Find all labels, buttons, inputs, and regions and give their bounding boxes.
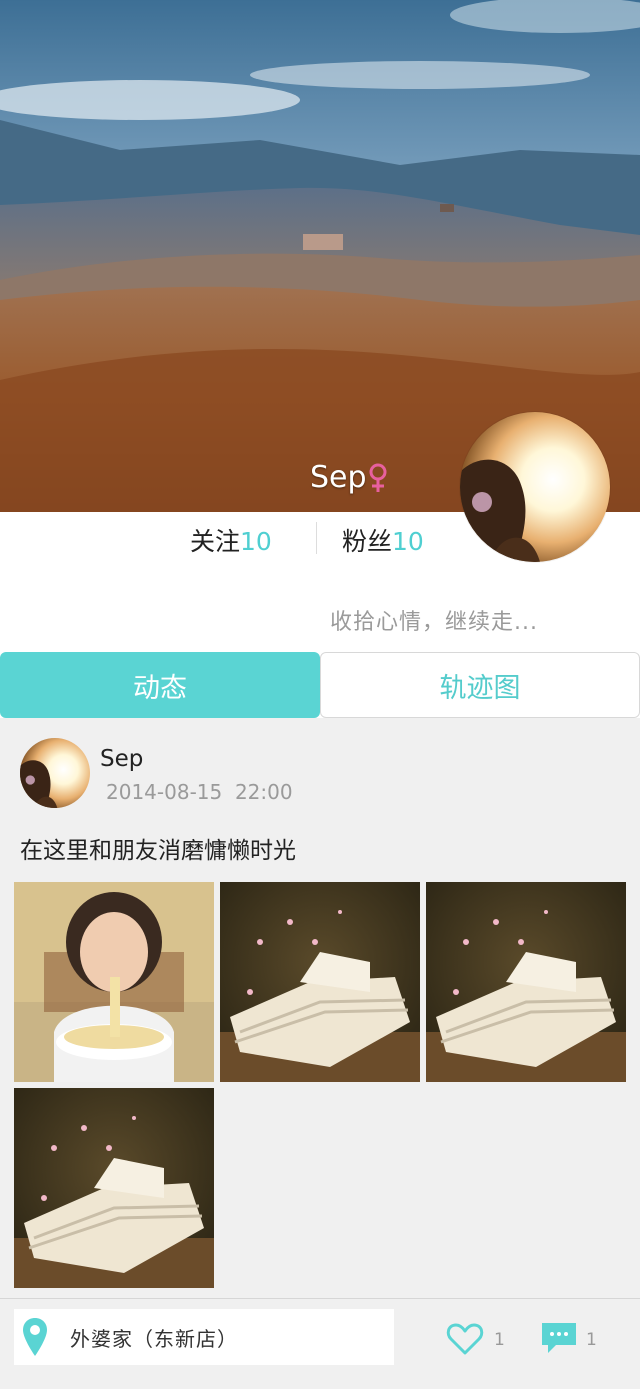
- open-book-image: [426, 882, 626, 1082]
- profile-stats: 关注10 粉丝10: [0, 512, 640, 572]
- location-text: 外婆家（东新店）: [70, 1327, 238, 1351]
- post-photo[interactable]: [426, 882, 626, 1082]
- post-location[interactable]: 外婆家（东新店）: [14, 1309, 394, 1365]
- post-photo[interactable]: [14, 882, 214, 1082]
- post-author[interactable]: Sep: [100, 746, 143, 772]
- follow-count: 10: [240, 527, 272, 556]
- fans-stat[interactable]: 粉丝10: [342, 526, 424, 558]
- profile-username: Sep: [310, 460, 367, 495]
- follow-stat[interactable]: 关注10: [190, 526, 272, 558]
- profile-tabs: 动态 轨迹图: [0, 652, 640, 718]
- post-photo[interactable]: [220, 882, 420, 1082]
- comment-icon[interactable]: [540, 1320, 578, 1356]
- post-footer-divider: [0, 1298, 640, 1299]
- profile-signature: 收拾心情，继续走...: [330, 610, 538, 635]
- location-pin-icon: [23, 1318, 47, 1356]
- heart-icon[interactable]: [446, 1322, 484, 1356]
- girl-eating-noodles-image: [14, 882, 214, 1082]
- female-icon: [369, 463, 387, 492]
- post-timestamp: 2014-08-15 22:00: [106, 780, 293, 804]
- comment-count: 1: [586, 1330, 597, 1350]
- fans-count: 10: [392, 527, 424, 556]
- post-text: 在这里和朋友消磨慵懒时光: [20, 838, 296, 864]
- open-book-image: [220, 882, 420, 1082]
- like-count: 1: [494, 1330, 505, 1350]
- post-avatar[interactable]: [20, 738, 90, 808]
- post-photo[interactable]: [14, 1088, 214, 1288]
- open-book-image: [14, 1088, 214, 1288]
- tab-dynamics[interactable]: 动态: [0, 652, 320, 718]
- avatar-image: [20, 738, 90, 808]
- follow-label: 关注: [190, 527, 241, 556]
- stats-divider: [316, 522, 317, 554]
- feed: Sep 2014-08-15 22:00 在这里和朋友消磨慵懒时光 外婆家（东新…: [0, 718, 640, 1389]
- tab-track-map[interactable]: 轨迹图: [320, 652, 640, 718]
- fans-label: 粉丝: [342, 527, 393, 556]
